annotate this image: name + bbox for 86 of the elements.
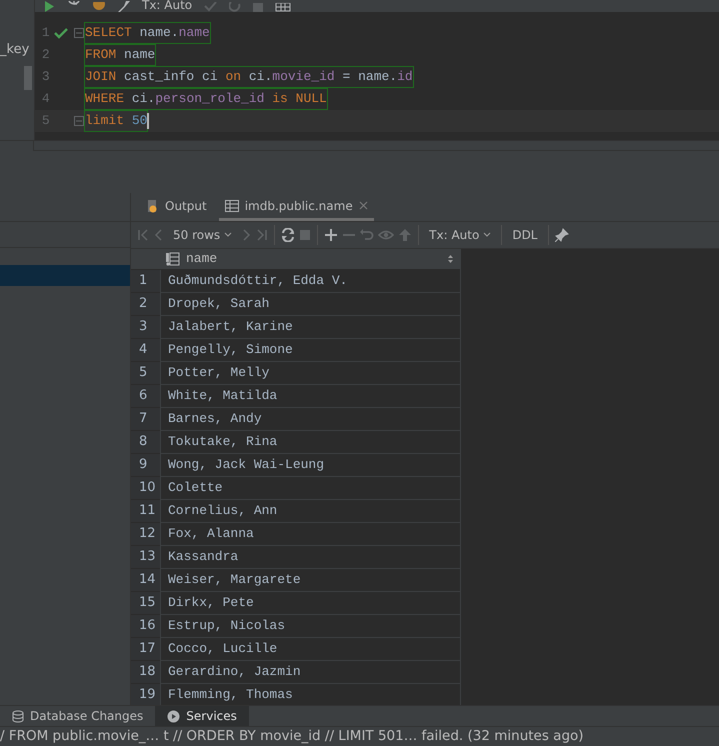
result-tab[interactable]: Output <box>141 193 213 221</box>
line-number: 2 <box>40 46 50 64</box>
table-cell[interactable]: White, Matilda <box>160 384 460 408</box>
table-cell[interactable]: Dirkx, Pete <box>160 592 460 614</box>
line-number: 1 <box>40 24 50 42</box>
eye-icon[interactable] <box>378 228 394 242</box>
run-icon[interactable] <box>43 1 55 12</box>
line-number: 3 <box>40 68 50 86</box>
caret-icon <box>224 232 232 238</box>
row-number: 10 <box>131 476 160 500</box>
text-caret <box>147 113 150 129</box>
profile-icon[interactable] <box>93 2 105 12</box>
code-line[interactable]: FROM name <box>85 45 156 65</box>
table-cell[interactable]: Potter, Melly <box>160 362 460 384</box>
table-cell[interactable]: Colette <box>160 476 460 500</box>
undo-icon[interactable] <box>360 228 374 242</box>
row-number: 7 <box>131 408 160 430</box>
database-icon <box>12 710 24 722</box>
row-number: 9 <box>131 454 160 476</box>
last-page-icon[interactable] <box>256 229 268 241</box>
output-icon <box>147 198 159 212</box>
table-icon[interactable] <box>275 3 292 12</box>
transaction-mode-dropdown[interactable]: Tx: Auto <box>142 0 192 12</box>
row-number: 4 <box>131 338 160 362</box>
line-number: 4 <box>40 90 50 108</box>
fold-icon[interactable] <box>74 116 84 126</box>
row-number: 12 <box>131 522 160 546</box>
tool-window-tab[interactable]: Services <box>155 706 249 726</box>
code-line[interactable]: SELECT name.name <box>85 23 210 43</box>
row-number: 19 <box>131 684 160 705</box>
commit-icon[interactable] <box>204 2 218 12</box>
row-number: 15 <box>131 592 160 614</box>
row-number: 17 <box>131 638 160 660</box>
row-number: 14 <box>131 568 160 592</box>
row-number: 8 <box>131 430 160 454</box>
refresh-icon[interactable] <box>281 228 296 242</box>
table-cell[interactable]: Estrup, Nicolas <box>160 614 460 638</box>
row-number: 6 <box>131 384 160 408</box>
play-circle-icon <box>167 710 180 722</box>
scrollbar-thumb[interactable] <box>24 66 32 90</box>
transaction-mode-dropdown[interactable]: Tx: Auto <box>425 224 496 246</box>
row-number: 16 <box>131 614 160 638</box>
wrench-icon[interactable] <box>117 1 130 12</box>
row-number: 13 <box>131 546 160 568</box>
row-number: 2 <box>131 292 160 316</box>
table-cell[interactable]: Cornelius, Ann <box>160 500 460 522</box>
stop-icon[interactable] <box>299 229 312 241</box>
row-number: 5 <box>131 362 160 384</box>
table-cell[interactable]: Jalabert, Karine <box>160 316 460 338</box>
row-number: 11 <box>131 500 160 522</box>
fold-icon[interactable] <box>74 28 84 38</box>
stop-icon[interactable] <box>253 3 264 12</box>
tool-window-tab[interactable]: Database Changes <box>0 706 156 726</box>
table-cell[interactable]: Fox, Alanna <box>160 522 460 546</box>
status-message: / FROM public.movie_… t // ORDER BY movie_id // LIMIT 501… failed. (32 minutes ago) <box>0 726 719 746</box>
add-icon[interactable] <box>324 228 338 242</box>
table-cell[interactable]: Barnes, Andy <box>160 408 460 430</box>
first-page-icon[interactable] <box>137 229 149 241</box>
table-cell[interactable]: Weiser, Margarete <box>160 568 460 592</box>
page-size-dropdown[interactable]: 50 rows <box>169 224 236 246</box>
code-line[interactable]: limit 50 <box>85 111 148 131</box>
table-cell[interactable]: Tokutake, Rina <box>160 430 460 454</box>
row-number: 3 <box>131 316 160 338</box>
table-cell[interactable]: Dropek, Sarah <box>160 292 460 316</box>
rollback-icon[interactable] <box>229 2 242 12</box>
sort-icon[interactable] <box>447 254 454 264</box>
selected-tree-row[interactable] <box>0 265 130 286</box>
row-number: 1 <box>131 270 160 292</box>
ddl-button[interactable]: DDL <box>508 224 542 246</box>
pin-icon[interactable] <box>554 228 568 242</box>
table-cell[interactable]: Flemming, Thomas <box>160 684 460 705</box>
table-cell[interactable]: Cocco, Lucille <box>160 638 460 660</box>
table-cell[interactable]: Kassandra <box>160 546 460 568</box>
code-line[interactable]: WHERE ci.person_role_id is NULL <box>85 89 327 109</box>
table-icon <box>224 200 239 212</box>
code-line[interactable]: JOIN cast_info ci on ci.movie_id = name.id <box>85 67 413 87</box>
table-cell[interactable]: Guðmundsdóttir, Edda V. <box>160 270 460 292</box>
close-icon[interactable] <box>358 201 368 210</box>
table-cell[interactable]: Gerardino, Jazmin <box>160 660 460 684</box>
row-number: 18 <box>131 660 160 684</box>
tree-item-label: _key <box>0 42 30 58</box>
table-cell[interactable]: Wong, Jack Wai-Leung <box>160 454 460 476</box>
table-cell[interactable]: Pengelly, Simone <box>160 338 460 362</box>
caret-icon <box>483 232 492 238</box>
column-icon <box>166 252 180 266</box>
submit-icon[interactable] <box>398 228 412 242</box>
